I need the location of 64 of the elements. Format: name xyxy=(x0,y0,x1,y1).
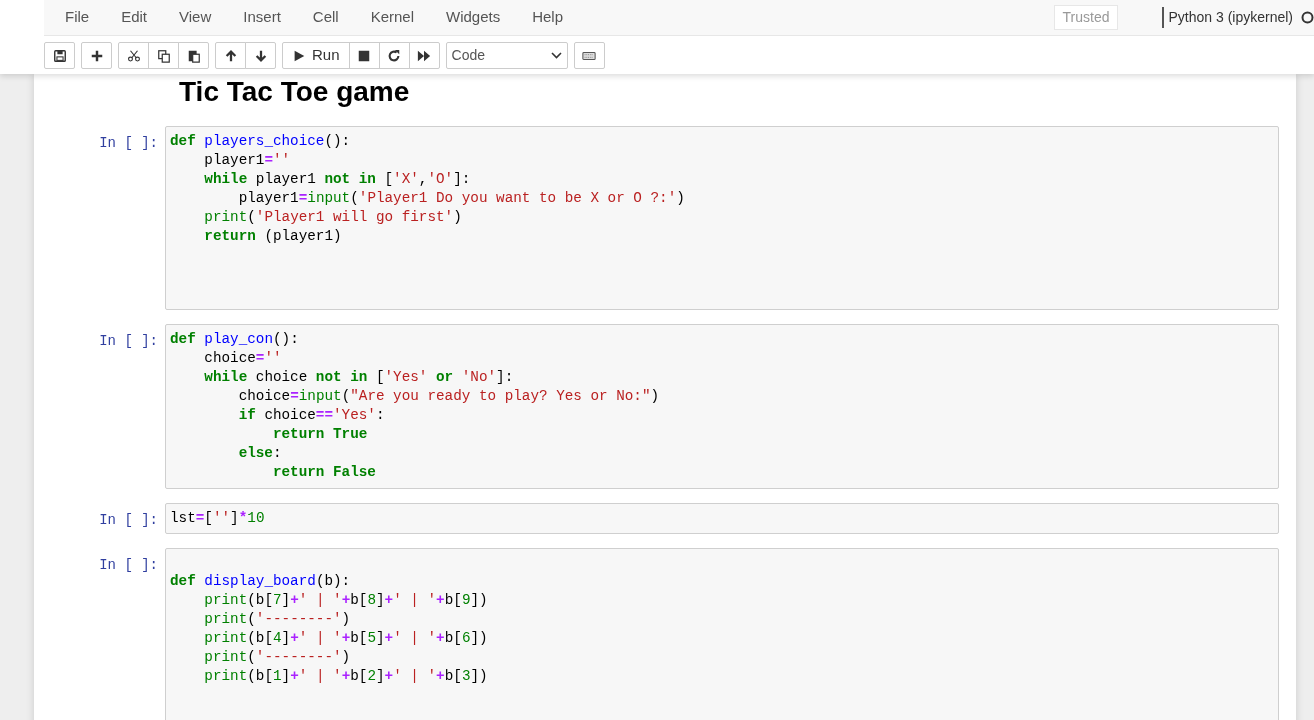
copy-button[interactable] xyxy=(148,42,179,69)
code-line: while choice not in ['Yes' or 'No']: xyxy=(203,368,514,387)
menu-item[interactable]: Insert xyxy=(227,6,297,29)
menu-item[interactable]: Kernel xyxy=(354,6,430,29)
save-icon xyxy=(52,48,67,63)
notebook-heading: Tic Tac Toe game xyxy=(179,76,411,108)
code-cell[interactable]: def display_board(b): print(b[7]+' | '+b[8]+' | '+b[9]) print('--------') print(b[4]+' | '+b[5]+' | '+b[6]) print('--------') print(b[1]+' | '+b[2]+' | '+b[3]) xyxy=(165,548,1279,720)
stop-button[interactable] xyxy=(348,42,380,69)
menu-item[interactable]: Help xyxy=(516,6,580,29)
arrow-up-icon xyxy=(223,48,238,63)
cell-prompt: In [ ]: xyxy=(98,556,159,575)
code-line: print('--------') xyxy=(203,648,351,667)
code-line: else: xyxy=(237,444,282,463)
code-cell[interactable]: lst=['']*10 xyxy=(165,503,1279,534)
cell-prompt: In [ ]: xyxy=(98,134,159,153)
play-icon xyxy=(292,48,306,63)
code-line: lst=['']*10 xyxy=(170,509,265,528)
code-line: print(b[4]+' | '+b[5]+' | '+b[6]) xyxy=(203,629,488,648)
cell-type-select[interactable]: Code xyxy=(445,42,568,69)
menu-item[interactable]: Edit xyxy=(105,6,164,29)
paste-button[interactable] xyxy=(178,42,209,69)
code-line: def players_choice(): xyxy=(170,132,351,151)
code-line: print(b[1]+' | '+b[2]+' | '+b[3]) xyxy=(203,667,488,686)
arrow-down-icon xyxy=(253,48,268,63)
chevron-icon xyxy=(550,52,562,59)
menu-item[interactable]: View xyxy=(163,6,228,29)
code-cell[interactable]: def players_choice(): player1='' while player1 not in ['X','O']: player1=input('Player1 Do you want to be X or O ?:') print('Player1 will go first') return (player1) xyxy=(165,126,1279,310)
code-line: print(b[7]+' | '+b[8]+' | '+b[9]) xyxy=(203,591,488,610)
menu-item[interactable]: Cell xyxy=(296,6,355,29)
save-button[interactable] xyxy=(44,42,75,69)
restart-icon xyxy=(387,48,402,63)
keyboard-button[interactable] xyxy=(573,42,605,69)
code-line: player1=input('Player1 Do you want to be X or O ?:') xyxy=(237,189,685,208)
fast-forward-icon xyxy=(417,48,432,63)
code-line: def display_board(b): xyxy=(170,572,351,591)
run-button[interactable]: Run xyxy=(282,42,350,69)
plus-button[interactable] xyxy=(81,42,112,69)
fast-forward-button[interactable] xyxy=(408,42,440,69)
code-cell[interactable]: def play_con(): choice='' while choice not in ['Yes' or 'No']: choice=input("Are you ready to play? Yes or No:") if choice=='Yes': return True else: return False xyxy=(165,324,1279,489)
scissors-icon xyxy=(126,48,141,63)
arrow-up-button[interactable] xyxy=(215,42,246,69)
menu-item[interactable]: Widgets xyxy=(430,6,517,29)
code-line: print('--------') xyxy=(203,610,351,629)
kernel-name: Python 3 (ipykernel) xyxy=(1162,7,1293,28)
arrow-down-button[interactable] xyxy=(245,42,276,69)
code-line: return True xyxy=(271,425,368,444)
code-line: def play_con(): xyxy=(170,330,299,349)
code-line: player1='' xyxy=(203,151,291,170)
paste-icon xyxy=(186,48,201,63)
menu-item[interactable]: File xyxy=(49,6,106,29)
cell-prompt: In [ ]: xyxy=(98,511,159,530)
code-line: choice='' xyxy=(203,349,282,368)
code-line: while player1 not in ['X','O']: xyxy=(203,170,471,189)
stop-icon xyxy=(357,48,372,63)
restart-button[interactable] xyxy=(378,42,410,69)
code-line: return False xyxy=(271,463,376,482)
code-line: print('Player1 will go first') xyxy=(203,208,462,227)
scissors-button[interactable] xyxy=(118,42,149,69)
copy-icon xyxy=(156,48,171,63)
code-line: return (player1) xyxy=(203,227,342,246)
cell-prompt: In [ ]: xyxy=(98,332,159,351)
plus-icon xyxy=(89,48,104,63)
code-line: choice=input("Are you ready to play? Yes or No:") xyxy=(237,387,660,406)
code-line: if choice=='Yes': xyxy=(237,406,385,425)
